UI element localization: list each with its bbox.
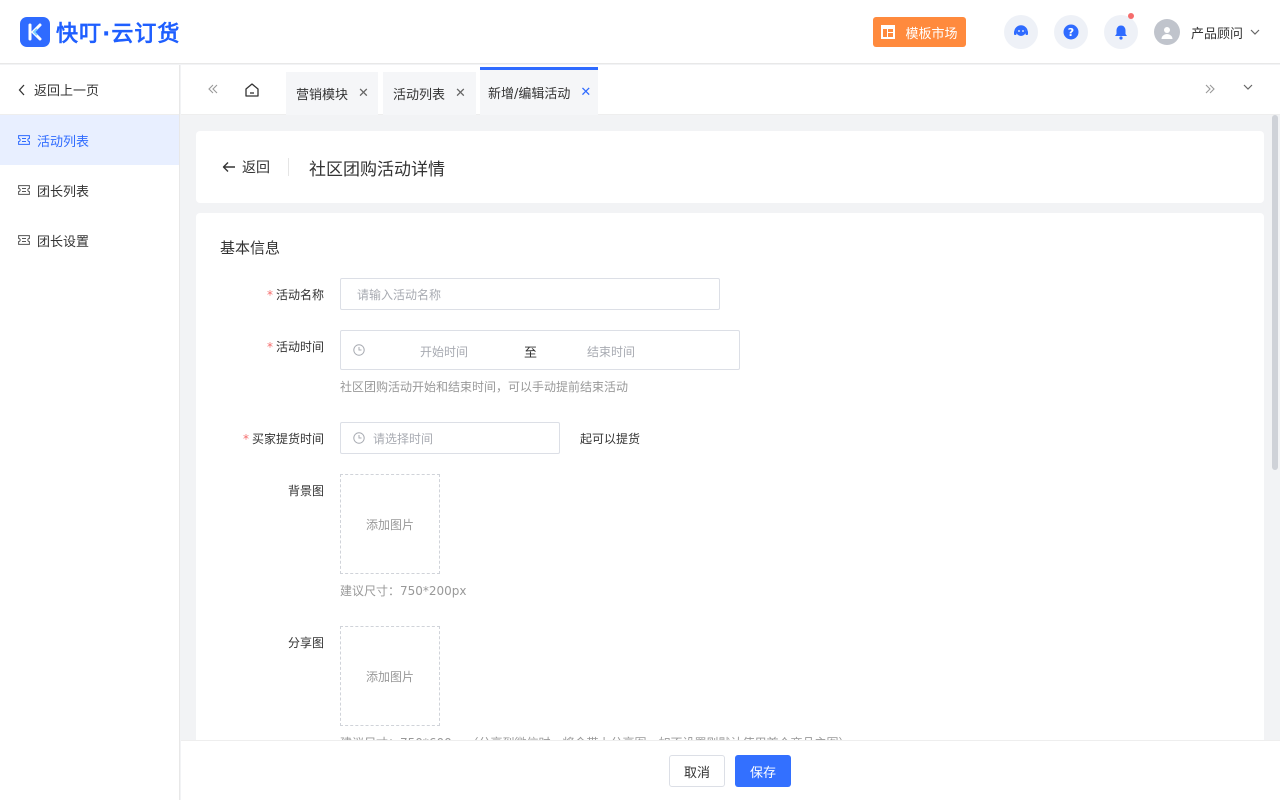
sidebar-item-label: 活动列表 bbox=[37, 134, 90, 150]
help-icon: ? bbox=[1063, 24, 1079, 40]
ticket-icon bbox=[18, 135, 30, 145]
double-chevron-left-icon[interactable] bbox=[207, 80, 219, 99]
share-image-label: 分享图 bbox=[287, 636, 324, 650]
user-name: 产品顾问 bbox=[1190, 26, 1243, 42]
pickup-time-picker[interactable]: 请选择时间 bbox=[340, 422, 560, 454]
activity-time-label: * 活动时间 bbox=[266, 340, 324, 354]
activity-time-hint: 社区团购活动开始和结束时间，可以手动提前结束活动 bbox=[340, 380, 629, 394]
activity-name-input[interactable]: 请输入活动名称 bbox=[340, 278, 720, 310]
chevron-down-icon[interactable] bbox=[1242, 81, 1254, 97]
back-label: 返回 bbox=[242, 160, 270, 176]
section-title: 基本信息 bbox=[220, 239, 281, 257]
tab-activity-list[interactable]: 活动列表 ✕ bbox=[383, 72, 476, 115]
customer-service-button[interactable] bbox=[1003, 15, 1038, 49]
tab-label: 营销模块 bbox=[296, 88, 349, 103]
clock-icon bbox=[353, 344, 365, 356]
logo-icon bbox=[20, 16, 50, 47]
activity-name-label: * 活动名称 bbox=[266, 288, 324, 302]
template-market-button[interactable]: 模板市场 bbox=[872, 17, 966, 47]
app-logo[interactable]: 快叮·云订货 bbox=[20, 16, 180, 48]
home-icon[interactable] bbox=[243, 81, 261, 103]
tab-bar: 营销模块 ✕ 活动列表 ✕ 新增/编辑活动 ✕ bbox=[181, 65, 1280, 115]
user-menu[interactable]: 产品顾问 bbox=[1153, 19, 1260, 45]
close-icon[interactable]: ✕ bbox=[580, 85, 591, 100]
required-mark: * bbox=[242, 432, 249, 446]
tab-label: 活动列表 bbox=[393, 88, 446, 103]
save-button[interactable]: 保存 bbox=[735, 755, 791, 787]
upload-label: 添加图片 bbox=[365, 517, 414, 532]
background-image-label: 背景图 bbox=[287, 484, 324, 498]
double-chevron-right-icon[interactable] bbox=[1204, 80, 1216, 99]
start-time-input[interactable]: 开始时间 bbox=[420, 343, 468, 360]
help-button[interactable]: ? bbox=[1053, 15, 1088, 49]
tab-marketing-module[interactable]: 营销模块 ✕ bbox=[286, 72, 378, 115]
notification-button[interactable] bbox=[1103, 13, 1138, 49]
cancel-button[interactable]: 取消 bbox=[669, 755, 725, 787]
sidebar-item-leader-settings[interactable]: 团长设置 bbox=[0, 215, 179, 265]
background-image-upload[interactable]: 添加图片 bbox=[340, 474, 440, 574]
required-mark: * bbox=[266, 288, 273, 302]
page-title: 社区团购活动详情 bbox=[309, 159, 445, 180]
chevron-down-icon bbox=[1250, 29, 1260, 35]
required-mark: * bbox=[266, 340, 273, 354]
sidebar-item-leader-list[interactable]: 团长列表 bbox=[0, 165, 179, 215]
tab-label: 新增/编辑活动 bbox=[488, 87, 571, 102]
back-button[interactable]: 返回 bbox=[222, 158, 289, 176]
scrollbar-thumb[interactable] bbox=[1272, 115, 1278, 470]
close-icon[interactable]: ✕ bbox=[358, 86, 369, 101]
close-icon[interactable]: ✕ bbox=[455, 86, 466, 101]
sidebar-item-label: 团长列表 bbox=[37, 184, 90, 200]
ticket-icon bbox=[18, 185, 30, 195]
page-scrollbar[interactable] bbox=[1270, 115, 1280, 740]
page-header-card: 返回 社区团购活动详情 bbox=[196, 131, 1264, 203]
back-to-previous-link[interactable]: 返回上一页 bbox=[0, 65, 179, 115]
activity-name-placeholder: 请输入活动名称 bbox=[357, 287, 442, 302]
arrow-left-icon bbox=[222, 162, 235, 172]
pickup-time-placeholder: 请选择时间 bbox=[373, 431, 434, 446]
form-footer: 取消 保存 bbox=[181, 740, 1280, 800]
pickup-time-label: * 买家提货时间 bbox=[242, 432, 324, 446]
clock-icon bbox=[353, 432, 365, 444]
sidebar-item-label: 团长设置 bbox=[37, 234, 90, 250]
range-separator: 至 bbox=[524, 346, 538, 361]
sidebar-item-activity-list[interactable]: 活动列表 bbox=[0, 115, 179, 165]
svg-text:?: ? bbox=[1068, 26, 1074, 39]
background-image-hint: 建议尺寸：750*200px bbox=[340, 584, 467, 598]
top-header: 快叮·云订货 模板市场 ? 产品顾问 bbox=[0, 0, 1280, 64]
notification-dot bbox=[1127, 13, 1134, 19]
ticket-icon bbox=[18, 235, 30, 245]
template-market-label: 模板市场 bbox=[905, 26, 958, 42]
template-icon bbox=[881, 25, 896, 39]
app-name: 快叮·云订货 bbox=[56, 21, 181, 47]
upload-label: 添加图片 bbox=[365, 669, 414, 684]
avatar-icon bbox=[1153, 19, 1180, 45]
form-card: 基本信息 * 活动名称 请输入活动名称 * 活动时间 开始时间 至 结束时间 社区团… bbox=[196, 213, 1264, 753]
share-image-upload[interactable]: 添加图片 bbox=[340, 626, 440, 726]
pickup-time-suffix: 起可以提货 bbox=[580, 432, 641, 446]
back-to-previous-label: 返回上一页 bbox=[34, 84, 100, 99]
activity-time-range-picker[interactable]: 开始时间 至 结束时间 bbox=[340, 330, 740, 370]
sidebar: 返回上一页 活动列表 团长列表 团长设置 bbox=[0, 65, 180, 800]
service-icon bbox=[1013, 25, 1028, 36]
chevron-left-icon bbox=[18, 84, 25, 95]
bell-icon bbox=[1114, 25, 1127, 40]
tab-add-edit-activity[interactable]: 新增/编辑活动 ✕ bbox=[480, 67, 598, 115]
end-time-input[interactable]: 结束时间 bbox=[587, 343, 635, 360]
